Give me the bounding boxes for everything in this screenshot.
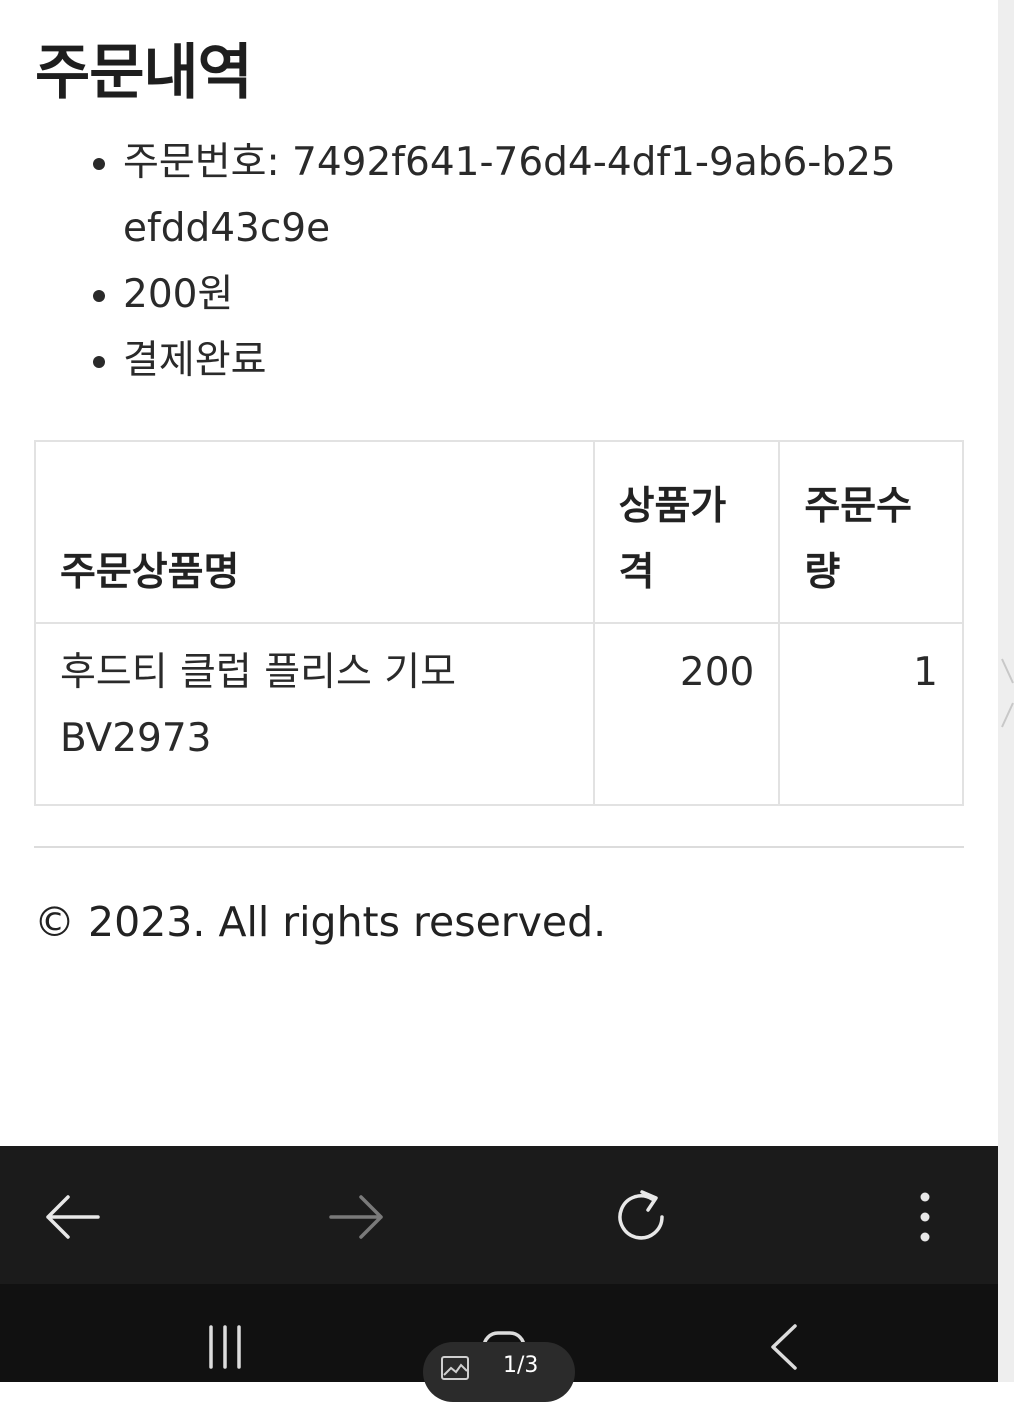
cell-product-name: 후드티 클럽 플리스 기모 BV2973 — [34, 622, 595, 806]
order-status: 결제완료 — [123, 328, 903, 394]
footer-copyright: © 2023. All rights reserved. — [34, 898, 607, 946]
page-content: 주문내역 주문번호: 7492f641-76d4-4df1-9ab6-b25ef… — [0, 0, 998, 1146]
order-amount: 200원 — [123, 262, 903, 328]
forward-icon[interactable] — [322, 1182, 392, 1252]
back-nav-icon[interactable] — [754, 1322, 814, 1372]
order-table: 주문상품명 상품가격 주문수량 후드티 클럽 플리스 기모 BV2973 200… — [34, 440, 964, 806]
back-icon[interactable] — [37, 1182, 107, 1252]
more-icon[interactable] — [890, 1182, 960, 1252]
cell-price: 200 — [592, 622, 781, 806]
header-quantity: 주문수량 — [778, 440, 964, 624]
header-product-name: 주문상품명 — [34, 440, 595, 624]
pager-text: 1/3 — [503, 1353, 539, 1378]
page-title: 주문내역 — [35, 38, 253, 108]
recents-icon[interactable] — [195, 1322, 255, 1372]
page-indicator[interactable]: 1/3 — [423, 1342, 575, 1402]
browser-toolbar — [0, 1146, 998, 1284]
table-header-row: 주문상품명 상품가격 주문수량 — [34, 440, 964, 624]
reload-icon[interactable] — [606, 1182, 676, 1252]
table-row: 후드티 클럽 플리스 기모 BV2973 200 1 — [34, 622, 964, 806]
cell-quantity: 1 — [778, 622, 964, 806]
header-price: 상품가격 — [592, 440, 781, 624]
edge-panel-handle[interactable] — [1000, 655, 1014, 731]
order-summary: 주문번호: 7492f641-76d4-4df1-9ab6-b25efdd43c… — [78, 130, 903, 394]
order-number: 주문번호: 7492f641-76d4-4df1-9ab6-b25efdd43c… — [123, 130, 903, 262]
footer-divider — [34, 846, 964, 848]
